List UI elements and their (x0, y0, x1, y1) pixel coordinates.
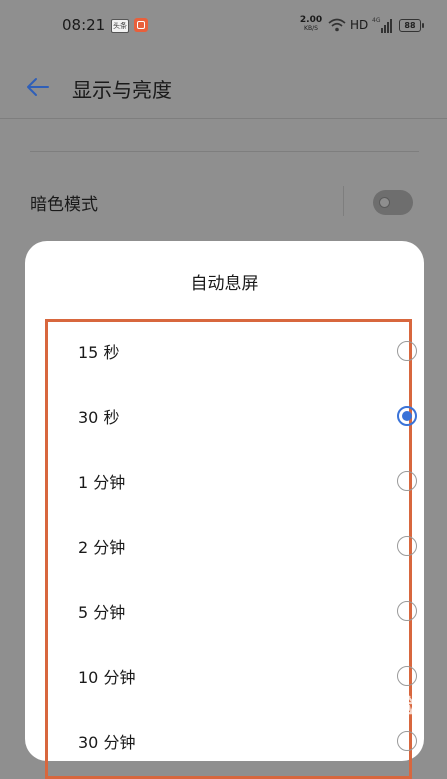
option-30-seconds[interactable]: 30 秒 (48, 384, 417, 448)
radio-unchecked[interactable] (397, 666, 417, 686)
battery-icon: 88 (399, 19, 424, 32)
option-label: 30 分钟 (78, 733, 136, 752)
wifi-icon (328, 18, 346, 32)
option-15-seconds[interactable]: 15 秒 (48, 319, 417, 383)
radio-checked[interactable] (397, 406, 417, 426)
baidu-watermark: Bai 经验 (328, 694, 417, 718)
signal-4g-icon: 4G (372, 17, 392, 33)
hd-label: HD (350, 18, 369, 32)
app-notification-icon (134, 18, 148, 32)
back-arrow-icon[interactable] (26, 76, 50, 98)
network-speed-value: 2.00 (299, 15, 323, 25)
option-label: 5 分钟 (78, 603, 126, 622)
section-divider (30, 151, 419, 152)
radio-unchecked[interactable] (397, 341, 417, 361)
radio-unchecked[interactable] (397, 601, 417, 621)
network-speed-unit: KB/S (304, 25, 318, 32)
option-1-minute[interactable]: 1 分钟 (48, 449, 417, 513)
auto-screen-off-dialog: 自动息屏 15 秒 30 秒 1 分钟 2 分钟 5 分钟 10 分钟 30 分… (25, 241, 424, 779)
toggle-knob (379, 197, 390, 208)
option-label: 30 秒 (78, 408, 120, 427)
dialog-title: 自动息屏 (190, 274, 259, 294)
header-divider (0, 118, 447, 119)
news-app-notification-icon: 头条 (111, 19, 129, 33)
option-2-minutes[interactable]: 2 分钟 (48, 514, 417, 578)
svg-text:4G: 4G (372, 17, 381, 24)
page-title: 显示与亮度 (72, 78, 172, 102)
option-label: 10 分钟 (78, 668, 136, 687)
option-label: 15 秒 (78, 343, 120, 362)
option-label: 1 分钟 (78, 473, 126, 492)
radio-unchecked[interactable] (397, 731, 417, 751)
dark-mode-toggle[interactable] (373, 190, 413, 215)
row-divider (343, 186, 344, 216)
option-5-minutes[interactable]: 5 分钟 (48, 579, 417, 643)
radio-unchecked[interactable] (397, 471, 417, 491)
dark-mode-label: 暗色模式 (30, 195, 98, 215)
network-speed: 2.00 KB/S (299, 16, 323, 33)
radio-unchecked[interactable] (397, 536, 417, 556)
option-label: 2 分钟 (78, 538, 126, 557)
status-time: 08:21 (62, 16, 106, 34)
status-bar: 08:21 头条 2.00 KB/S HD 4G 88 (0, 0, 447, 52)
